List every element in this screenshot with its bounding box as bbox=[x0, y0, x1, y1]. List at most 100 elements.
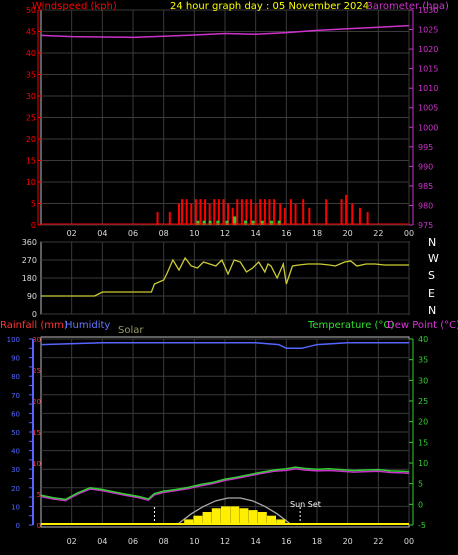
windspeed-bar bbox=[213, 199, 216, 225]
temp-x-tick-label: 06 bbox=[128, 537, 138, 546]
wind-y-tick-label: 0 bbox=[31, 221, 36, 230]
windspeed-bar bbox=[283, 207, 286, 225]
wind-y-tick-label: 35 bbox=[26, 71, 36, 80]
compass-s: S bbox=[428, 269, 435, 282]
humidity-y-tick-label: 100 bbox=[7, 336, 20, 344]
temp-y-tick-label: 10 bbox=[418, 459, 428, 468]
wind-x-tick-label: 08 bbox=[159, 229, 169, 238]
wind-y-tick-label: 25 bbox=[26, 114, 36, 123]
humidity-y-tick-label: 0 bbox=[16, 522, 20, 530]
rainfall-y-tick-label: 5 bbox=[37, 491, 41, 499]
windspeed-bar bbox=[168, 212, 171, 225]
wind-x-tick-label: 12 bbox=[220, 229, 230, 238]
temp-x-tick-label: 14 bbox=[251, 537, 261, 546]
baro-y-tick-label: 1005 bbox=[418, 104, 438, 113]
humidity-y-tick-label: 10 bbox=[11, 503, 20, 511]
wind-y-tick-label: 20 bbox=[26, 135, 36, 144]
temp-y-tick-label: 5 bbox=[418, 480, 423, 489]
temp-x-tick-label: 04 bbox=[97, 537, 107, 546]
wind-x-tick-label: 22 bbox=[373, 229, 383, 238]
windspeed-bar bbox=[302, 199, 305, 225]
windspeed-bar bbox=[366, 212, 369, 225]
temp-x-tick-label: 20 bbox=[343, 537, 353, 546]
temp-y-tick-label: 15 bbox=[418, 438, 428, 447]
wind-y-tick-label: 30 bbox=[26, 92, 36, 101]
baro-y-tick-label: 1015 bbox=[418, 65, 438, 74]
wind-y-tick-label: 10 bbox=[26, 178, 36, 187]
solar-bar bbox=[221, 506, 230, 525]
humidity-y-tick-label: 30 bbox=[11, 466, 20, 474]
sunset-label: Sun Set bbox=[290, 500, 321, 509]
wind-x-tick-label: 04 bbox=[97, 229, 107, 238]
weather-graph: 0 5 10 15 20 25 30 35 40 45 50 975 980 985 990 995 1000 1… bbox=[0, 0, 458, 551]
dewpoint-axis-label: Dew Point (°C) bbox=[387, 320, 458, 331]
humidity-y-tick-label: 50 bbox=[11, 429, 20, 437]
wind-y-tick-label: 5 bbox=[31, 200, 36, 209]
windspeed-bar bbox=[289, 199, 292, 225]
solar-bar bbox=[239, 508, 249, 525]
windspeed-bar bbox=[181, 199, 184, 225]
rainfall-axis-label: Rainfall (mm) bbox=[0, 320, 68, 331]
baro-y-tick-label: 990 bbox=[418, 162, 433, 171]
baro-y-tick-label: 980 bbox=[418, 201, 433, 210]
windspeed-bar bbox=[345, 194, 348, 225]
windspeed-bar bbox=[325, 199, 328, 225]
wind-y-tick-label: 45 bbox=[26, 28, 36, 37]
wind-x-tick-label: 18 bbox=[312, 229, 322, 238]
graph-canvas: 0510152025303540455097598098599099510001… bbox=[0, 1, 458, 546]
humidity-y-tick-label: 20 bbox=[11, 485, 20, 493]
wind-x-tick-label: 14 bbox=[251, 229, 261, 238]
temp-x-tick-label: 10 bbox=[189, 537, 199, 546]
temp-y-tick-label: 30 bbox=[418, 376, 428, 385]
solar-bar bbox=[211, 508, 221, 525]
wind-x-tick-label: 10 bbox=[189, 229, 199, 238]
compass-n-top: N bbox=[428, 236, 436, 249]
graph-title: 24 hour graph day : 05 November 2024 bbox=[170, 1, 369, 12]
temp-y-tick-label: -5 bbox=[418, 521, 426, 530]
temp-y-tick-label: 20 bbox=[418, 418, 428, 427]
temp-x-tick-label: 02 bbox=[67, 537, 77, 546]
wind-x-tick-label: 16 bbox=[281, 229, 291, 238]
temp-x-tick-label: 00 bbox=[404, 537, 414, 546]
baro-y-tick-label: 975 bbox=[418, 221, 433, 230]
baro-y-tick-label: 1000 bbox=[418, 123, 438, 132]
compass-e: E bbox=[428, 287, 435, 300]
solar-label: Solar bbox=[118, 325, 144, 336]
solar-bar bbox=[248, 510, 258, 525]
windspeed-bar bbox=[178, 203, 180, 225]
barometer-axis-label: Barometer (hpa) bbox=[366, 1, 449, 12]
humidity-y-tick-label: 90 bbox=[11, 355, 20, 363]
compass-n-bottom: N bbox=[428, 304, 436, 317]
windspeed-bar bbox=[240, 199, 243, 225]
windspeed-bar bbox=[263, 199, 266, 225]
temp-x-tick-label: 08 bbox=[159, 537, 169, 546]
dir-y-tick-label: 270 bbox=[22, 256, 37, 265]
temperature-axis-label: Temperature (°C) bbox=[307, 320, 394, 331]
wind-y-tick-label: 15 bbox=[26, 157, 36, 166]
wind-x-tick-label: 02 bbox=[67, 229, 77, 238]
humidity-y-tick-label: 70 bbox=[11, 392, 20, 400]
temp-y-tick-label: 25 bbox=[418, 397, 428, 406]
wind-x-tick-label: 00 bbox=[404, 229, 414, 238]
wind-y-tick-label: 40 bbox=[26, 49, 36, 58]
rainfall-y-tick-label: 0 bbox=[37, 522, 41, 530]
windspeed-bar bbox=[199, 199, 202, 225]
baro-y-tick-label: 1025 bbox=[418, 26, 438, 35]
windspeed-bar bbox=[273, 199, 276, 225]
windspeed-bar bbox=[340, 199, 343, 225]
windspeed-bar bbox=[294, 203, 297, 225]
temp-y-tick-label: 35 bbox=[418, 356, 428, 365]
solar-bar bbox=[230, 506, 240, 525]
wind-x-tick-label: 06 bbox=[128, 229, 138, 238]
humidity-y-tick-label: 40 bbox=[11, 448, 20, 456]
baro-y-tick-label: 1020 bbox=[418, 45, 438, 54]
temp-x-tick-label: 16 bbox=[281, 537, 291, 546]
humidity-y-tick-label: 80 bbox=[11, 373, 20, 381]
windspeed-bar bbox=[156, 212, 159, 225]
humidity-y-tick-label: 60 bbox=[11, 410, 20, 418]
temp-y-tick-label: 40 bbox=[418, 335, 428, 344]
temp-x-tick-label: 22 bbox=[373, 537, 383, 546]
windspeed-bar bbox=[308, 207, 311, 225]
baro-y-tick-label: 995 bbox=[418, 143, 433, 152]
windspeed-bar bbox=[358, 207, 361, 225]
